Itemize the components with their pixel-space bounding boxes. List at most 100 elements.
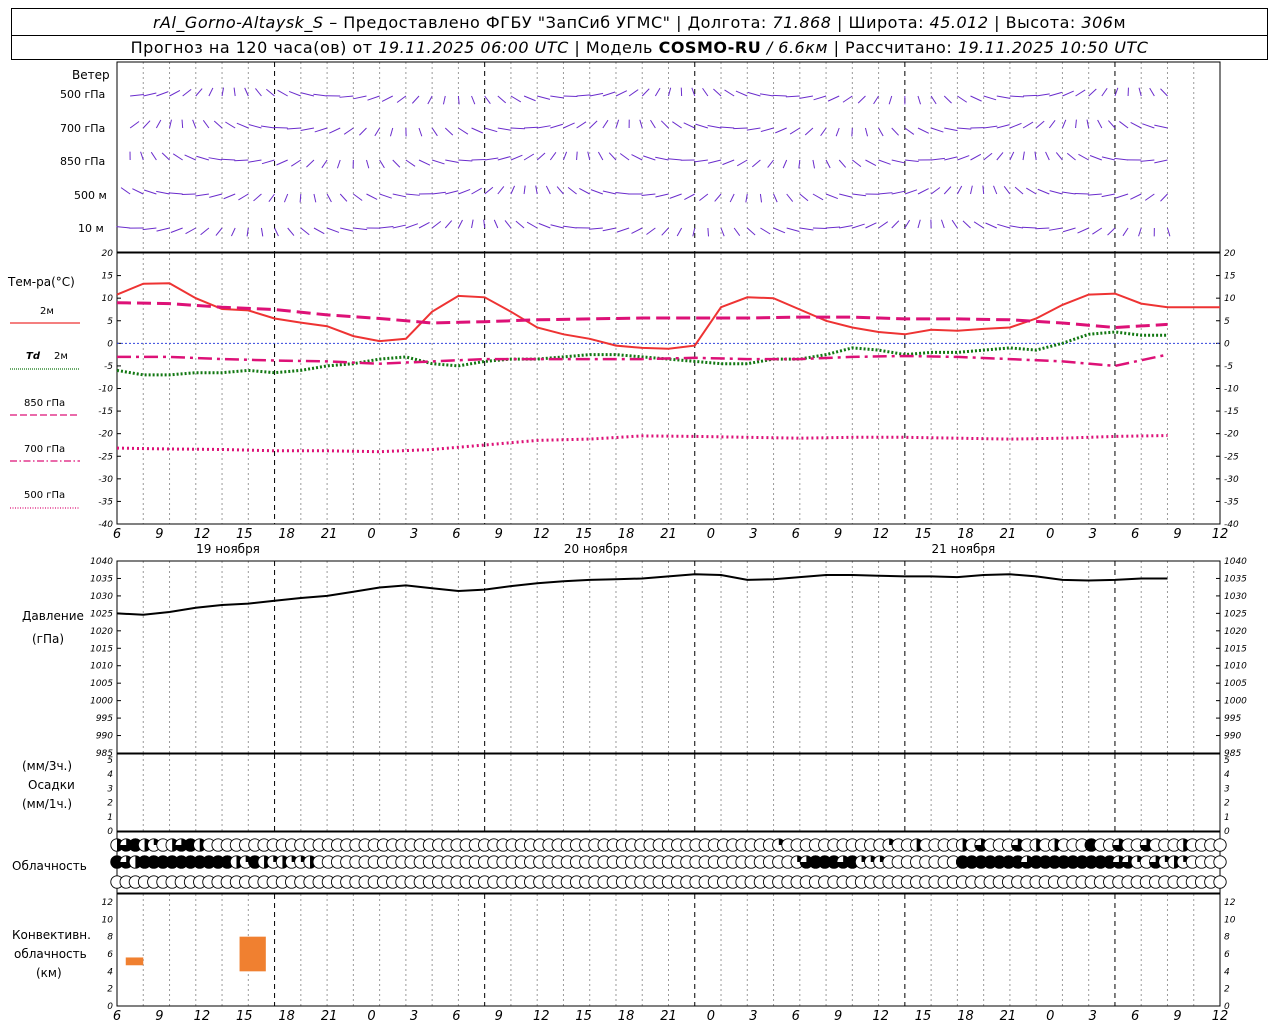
temp-ytick-left: -40 xyxy=(98,520,113,530)
wind-barb xyxy=(944,127,958,132)
wind-barb xyxy=(1122,227,1129,237)
wind-barb xyxy=(733,127,748,130)
wind-barb xyxy=(247,159,262,163)
precip-ytick-right: 3 xyxy=(1224,784,1230,794)
hour-tick-label-bottom: 21 xyxy=(321,1009,338,1024)
conv-ytick-right: 4 xyxy=(1224,967,1230,977)
wind-barb xyxy=(116,226,131,229)
wind-barb xyxy=(588,227,603,230)
pressure-ytick-left: 1030 xyxy=(90,592,113,602)
wind-barb xyxy=(471,95,476,105)
wind-barb xyxy=(1154,159,1168,164)
wind-barb xyxy=(724,89,735,97)
cloud-circle xyxy=(1213,838,1227,852)
wind-barb xyxy=(156,227,170,232)
wind-barb xyxy=(379,226,394,229)
wind-barb xyxy=(786,193,794,202)
wind-barb xyxy=(576,151,578,161)
wind-barb xyxy=(523,153,535,161)
wind-barb xyxy=(221,158,236,161)
wind-barb xyxy=(142,227,157,231)
hour-tick-label-bottom: 21 xyxy=(660,1009,677,1024)
hour-tick-label-bottom: 15 xyxy=(575,1009,592,1024)
wind-barb xyxy=(286,127,301,130)
wind-barb xyxy=(804,127,814,136)
wind-barb xyxy=(660,120,669,129)
wind-barb xyxy=(1009,151,1015,161)
conv-ytick-right: 0 xyxy=(1224,1002,1230,1012)
wind-barb xyxy=(930,187,941,195)
wind-barb xyxy=(209,193,223,198)
wind-barb xyxy=(431,127,438,137)
wind-barb xyxy=(260,125,275,129)
wind-barb xyxy=(1055,152,1063,161)
wind-barb xyxy=(1061,191,1076,195)
wind-barb xyxy=(326,227,340,233)
wind-barb xyxy=(1088,88,1097,97)
wind-barb xyxy=(891,220,900,229)
hour-tick-label: 12 xyxy=(194,527,211,542)
wind-barb xyxy=(873,95,880,105)
wind-barb xyxy=(760,127,774,133)
wind-barb xyxy=(616,227,630,233)
wind-barb xyxy=(142,120,151,129)
hour-tick-label-bottom: 6 xyxy=(113,1009,121,1024)
wind-barb xyxy=(545,185,551,195)
wind-barb xyxy=(576,121,587,129)
conv-ytick-left: 0 xyxy=(107,1002,113,1012)
wind-barb xyxy=(132,188,144,195)
wind-barb xyxy=(484,157,499,161)
wind-barb xyxy=(556,186,564,195)
wind-barb xyxy=(940,219,945,229)
wind-barb xyxy=(820,127,827,137)
temp-ytick-right: -10 xyxy=(1224,385,1239,395)
wind-barb xyxy=(515,220,525,229)
wind-barb xyxy=(225,121,236,129)
wind-barb xyxy=(735,90,748,97)
hour-tick-label-bottom: 15 xyxy=(915,1009,932,1024)
conv-ytick-right: 6 xyxy=(1224,950,1230,960)
wind-barb xyxy=(891,190,906,195)
wind-barb xyxy=(418,221,430,229)
wind-barb xyxy=(156,91,169,97)
wind-barb xyxy=(283,193,289,203)
wind-barb xyxy=(418,127,423,137)
wind-barb xyxy=(497,127,512,131)
wind-barb xyxy=(1062,227,1076,233)
pressure-ytick-left: 990 xyxy=(96,732,113,742)
wind-barb xyxy=(471,187,482,195)
hour-tick-label: 21 xyxy=(321,527,338,542)
wind-barb xyxy=(427,95,433,105)
wind-barb xyxy=(983,125,998,129)
wind-barb xyxy=(1078,153,1089,161)
conv-ytick-right: 2 xyxy=(1224,985,1230,995)
wind-barb xyxy=(827,95,840,102)
temp-ytick-left: 15 xyxy=(102,272,114,282)
hour-tick-label: 3 xyxy=(749,527,757,542)
wind-barb xyxy=(643,155,656,161)
wind-barb xyxy=(277,89,288,97)
hour-tick-label: 21 xyxy=(1000,527,1017,542)
wind-barb xyxy=(524,126,539,129)
conv-ytick-left: 4 xyxy=(107,967,113,977)
wind-barb xyxy=(1075,89,1086,97)
wind-barb xyxy=(878,221,889,229)
conv-cloud-bar xyxy=(125,957,144,966)
wind-barb xyxy=(150,151,157,161)
wind-barb xyxy=(772,94,787,97)
wind-barb xyxy=(917,127,930,134)
wind-barb xyxy=(917,188,929,195)
wind-barb xyxy=(970,153,982,161)
wind-barb xyxy=(608,152,617,161)
wind-barb xyxy=(1130,193,1142,200)
wind-barb xyxy=(683,122,695,129)
temp-ytick-left: 20 xyxy=(102,249,114,259)
wind-barb xyxy=(299,193,302,203)
hour-tick-label-bottom: 3 xyxy=(1089,1009,1097,1024)
temp-ytick-right: -35 xyxy=(1224,497,1239,507)
wind-barb xyxy=(628,89,639,97)
pressure-ytick-right: 1020 xyxy=(1224,627,1247,637)
wind-barb xyxy=(493,219,499,229)
hour-tick-label: 6 xyxy=(452,527,460,542)
wind-barb xyxy=(202,120,210,129)
